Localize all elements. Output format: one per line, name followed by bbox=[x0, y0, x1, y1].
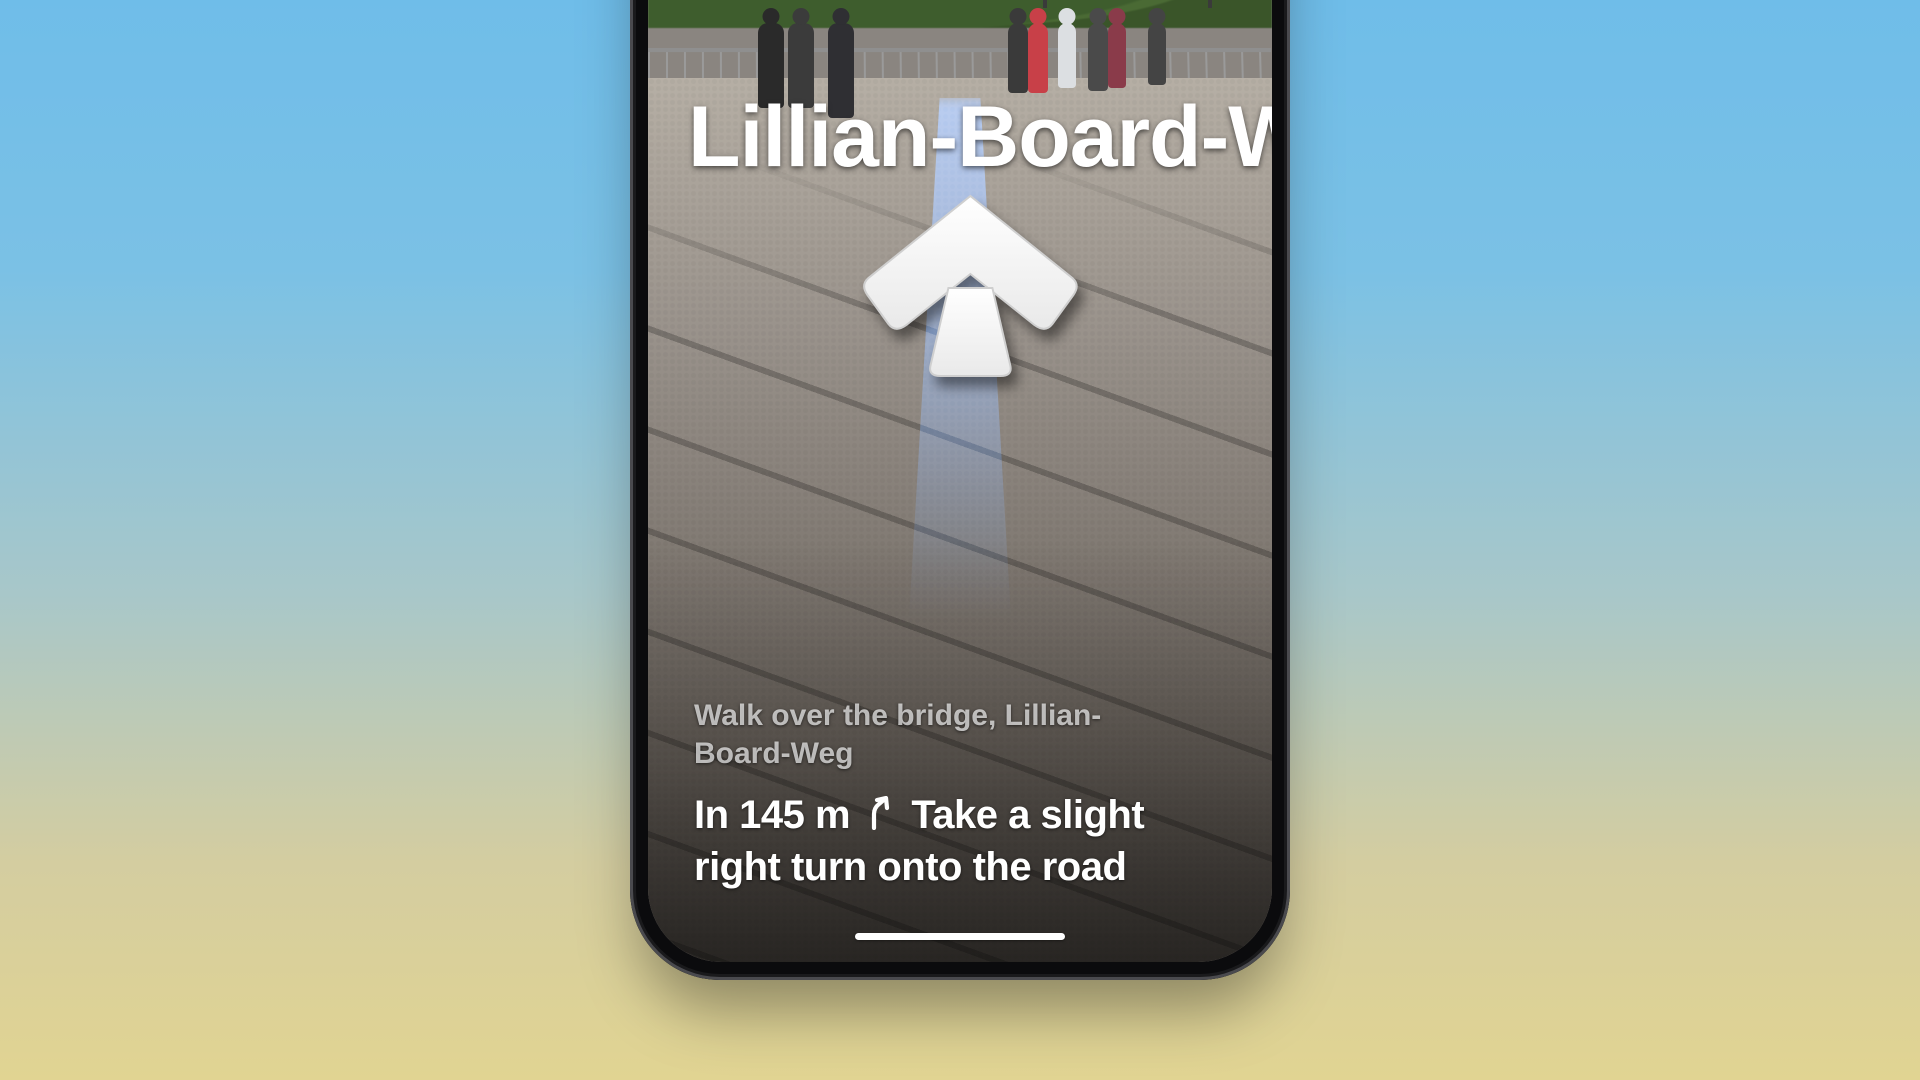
home-indicator[interactable] bbox=[855, 933, 1065, 940]
slight-right-arrow-icon bbox=[865, 792, 895, 842]
next-step-text: In 145 m Take a slight right turn onto t… bbox=[694, 790, 1226, 892]
next-step-distance: In 145 m bbox=[694, 793, 850, 837]
ar-navigation-screen[interactable]: Lillian-Board-We Walk over the bridge, L… bbox=[648, 0, 1272, 962]
current-step-text: Walk over the bridge, Lillian-Board-Weg bbox=[694, 697, 1134, 772]
phone-device-frame: Lillian-Board-We Walk over the bridge, L… bbox=[630, 0, 1290, 980]
ar-forward-arrow-icon bbox=[840, 178, 1100, 383]
ar-street-name-overlay: Lillian-Board-We bbox=[688, 88, 1272, 187]
directions-panel: Walk over the bridge, Lillian-Board-Weg … bbox=[694, 697, 1226, 892]
